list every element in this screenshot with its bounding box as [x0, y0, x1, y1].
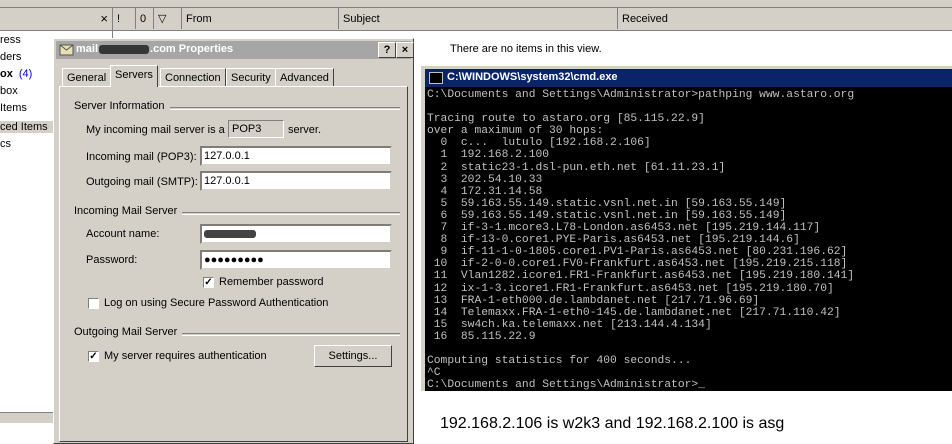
- account-name-field[interactable]: [200, 224, 392, 244]
- incoming-pop3-label: Incoming mail (POP3):: [86, 151, 197, 163]
- toolbar-strip: [0, 0, 952, 8]
- console-line: 6 59.163.55.149.static.vsnl.net.in [59.1…: [427, 209, 787, 222]
- console-line: 4 172.31.14.58: [427, 185, 543, 198]
- column-attachment[interactable]: 0: [136, 8, 154, 29]
- servers-tab-panel: Server Information My incoming mail serv…: [59, 86, 408, 442]
- tab-general[interactable]: General: [62, 68, 112, 86]
- caption-text: 192.168.2.106 is w2k3 and 192.168.2.100 …: [440, 415, 785, 432]
- cmd-title-bar[interactable]: C:\WINDOWS\system32\cmd.exe: [425, 69, 952, 87]
- incoming-server-type-value: POP3: [228, 120, 284, 138]
- divider: [170, 107, 400, 110]
- mail-account-icon: [59, 44, 74, 56]
- folder-item-label: ress: [0, 34, 21, 46]
- console-line: 14 Telemaxx.FRA-1-eth0-145.de.lambdanet.…: [427, 306, 841, 319]
- password-label: Password:: [86, 254, 138, 266]
- column-flag[interactable]: ▽: [154, 8, 182, 29]
- remember-password-label: Remember password: [219, 276, 324, 288]
- column-from[interactable]: From: [182, 8, 339, 29]
- column-received[interactable]: Received: [618, 8, 952, 29]
- spa-label: Log on using Secure Password Authenticat…: [104, 297, 329, 309]
- section-incoming-mail-server: Incoming Mail Server: [74, 205, 178, 217]
- remember-password-checkbox[interactable]: ✓: [203, 277, 214, 288]
- column-importance[interactable]: !: [113, 8, 136, 29]
- console-icon: [429, 72, 443, 84]
- folder-item-label: box: [0, 85, 18, 97]
- folder-item-label: ced Items: [0, 121, 48, 133]
- folder-unread-count: (4): [18, 68, 33, 80]
- folder-pane-close-icon[interactable]: ×: [100, 11, 108, 26]
- account-properties-dialog: mail .com Properties ? × General Servers …: [53, 38, 414, 444]
- outgoing-smtp-field[interactable]: 127.0.0.1: [200, 171, 392, 191]
- section-outgoing-mail-server: Outgoing Mail Server: [74, 326, 178, 338]
- requires-auth-label: My server requires authentication: [104, 350, 267, 362]
- column-subject[interactable]: Subject: [339, 8, 618, 29]
- console-line: 5 59.163.55.149.static.vsnl.net.in [59.1…: [427, 197, 787, 210]
- console-line: 11 Vlan1282.icore1.FR1-Frankfurt.as6453.…: [427, 270, 855, 283]
- console-line: over a maximum of 30 hops:: [427, 125, 604, 138]
- console-line: Tracing route to astaro.org [85.115.22.9…: [427, 113, 705, 126]
- console-line: 9 if-11-1-0-1805.core1.PV1-Paris.as6453.…: [427, 246, 848, 259]
- console-line: 0 c... lutulo [192.168.2.106]: [427, 137, 651, 150]
- close-icon[interactable]: ×: [396, 42, 414, 58]
- cmd-title: C:\WINDOWS\system32\cmd.exe: [447, 71, 618, 83]
- folder-item-label: Items: [0, 102, 27, 114]
- console-line: C:\Documents and Settings\Administrator>…: [427, 379, 705, 391]
- password-field[interactable]: ●●●●●●●●●: [200, 250, 392, 270]
- requires-auth-checkbox[interactable]: ✓: [88, 351, 99, 362]
- console-line: C:\Documents and Settings\Administrator>…: [427, 89, 855, 101]
- console-line: 10 if-2-0-0.core1.FV0-Frankfurt.as6453.n…: [427, 258, 848, 271]
- section-server-information: Server Information: [74, 100, 165, 112]
- console-line: ^C: [427, 367, 441, 380]
- cmd-window: C:\WINDOWS\system32\cmd.exe C:\Documents…: [421, 66, 952, 391]
- outgoing-smtp-label: Outgoing mail (SMTP):: [86, 176, 198, 188]
- tab-security[interactable]: Security: [226, 68, 276, 86]
- incoming-pop3-field[interactable]: 127.0.0.1: [200, 146, 392, 166]
- incoming-server-type-label: My incoming mail server is a: [86, 124, 225, 136]
- console-line: 1 192.168.2.100: [427, 149, 550, 162]
- console-line: 15 sw4ch.ka.telemaxx.net [213.144.4.134]: [427, 318, 712, 331]
- incoming-server-type-suffix: server.: [288, 124, 322, 136]
- message-list-header: ! 0 ▽ From Subject Received: [113, 8, 952, 31]
- empty-view-message: There are no items in this view.: [450, 43, 602, 55]
- help-button[interactable]: ?: [378, 42, 396, 58]
- console-line: 3 202.54.10.33: [427, 173, 543, 186]
- tab-connection[interactable]: Connection: [160, 68, 226, 86]
- folder-pane-header: ×: [0, 8, 112, 31]
- console-line: 16 85.115.22.9: [427, 330, 536, 343]
- cmd-console[interactable]: C:\Documents and Settings\Administrator>…: [425, 87, 952, 391]
- console-output: C:\Documents and Settings\Administrator>…: [427, 89, 854, 391]
- folder-item-label: ders: [0, 51, 22, 63]
- divider: [182, 212, 400, 215]
- console-line: 13 FRA-1-eth000.de.lambdanet.net [217.71…: [427, 294, 760, 307]
- redacted-scribble: [204, 230, 256, 238]
- account-name-label: Account name:: [86, 228, 160, 240]
- dialog-title: mail .com Properties: [76, 43, 234, 55]
- console-line: Computing statistics for 400 seconds...: [427, 355, 692, 368]
- redacted-scribble: [99, 44, 150, 54]
- console-line: 12 ix-1-3.icore1.FR1-Frankfurt.as6453.ne…: [427, 282, 834, 295]
- settings-button[interactable]: Settings...: [314, 345, 392, 367]
- console-line: 8 if-13-0.core1.PYE-Paris.as6453.net [19…: [427, 234, 800, 247]
- console-line: 2 static23-1.dsl-pun.eth.net [61.11.23.1…: [427, 161, 726, 174]
- tab-servers[interactable]: Servers: [110, 65, 158, 87]
- spa-checkbox[interactable]: [88, 298, 99, 309]
- divider: [182, 333, 400, 336]
- dialog-title-bar[interactable]: mail .com Properties ? ×: [56, 41, 414, 59]
- tab-advanced[interactable]: Advanced: [275, 68, 334, 86]
- folder-item-label: ox: [0, 68, 13, 80]
- folder-item-label: cs: [0, 138, 11, 150]
- console-line: 7 if-3-1.mcore3.L78-London.as6453.net [1…: [427, 222, 821, 235]
